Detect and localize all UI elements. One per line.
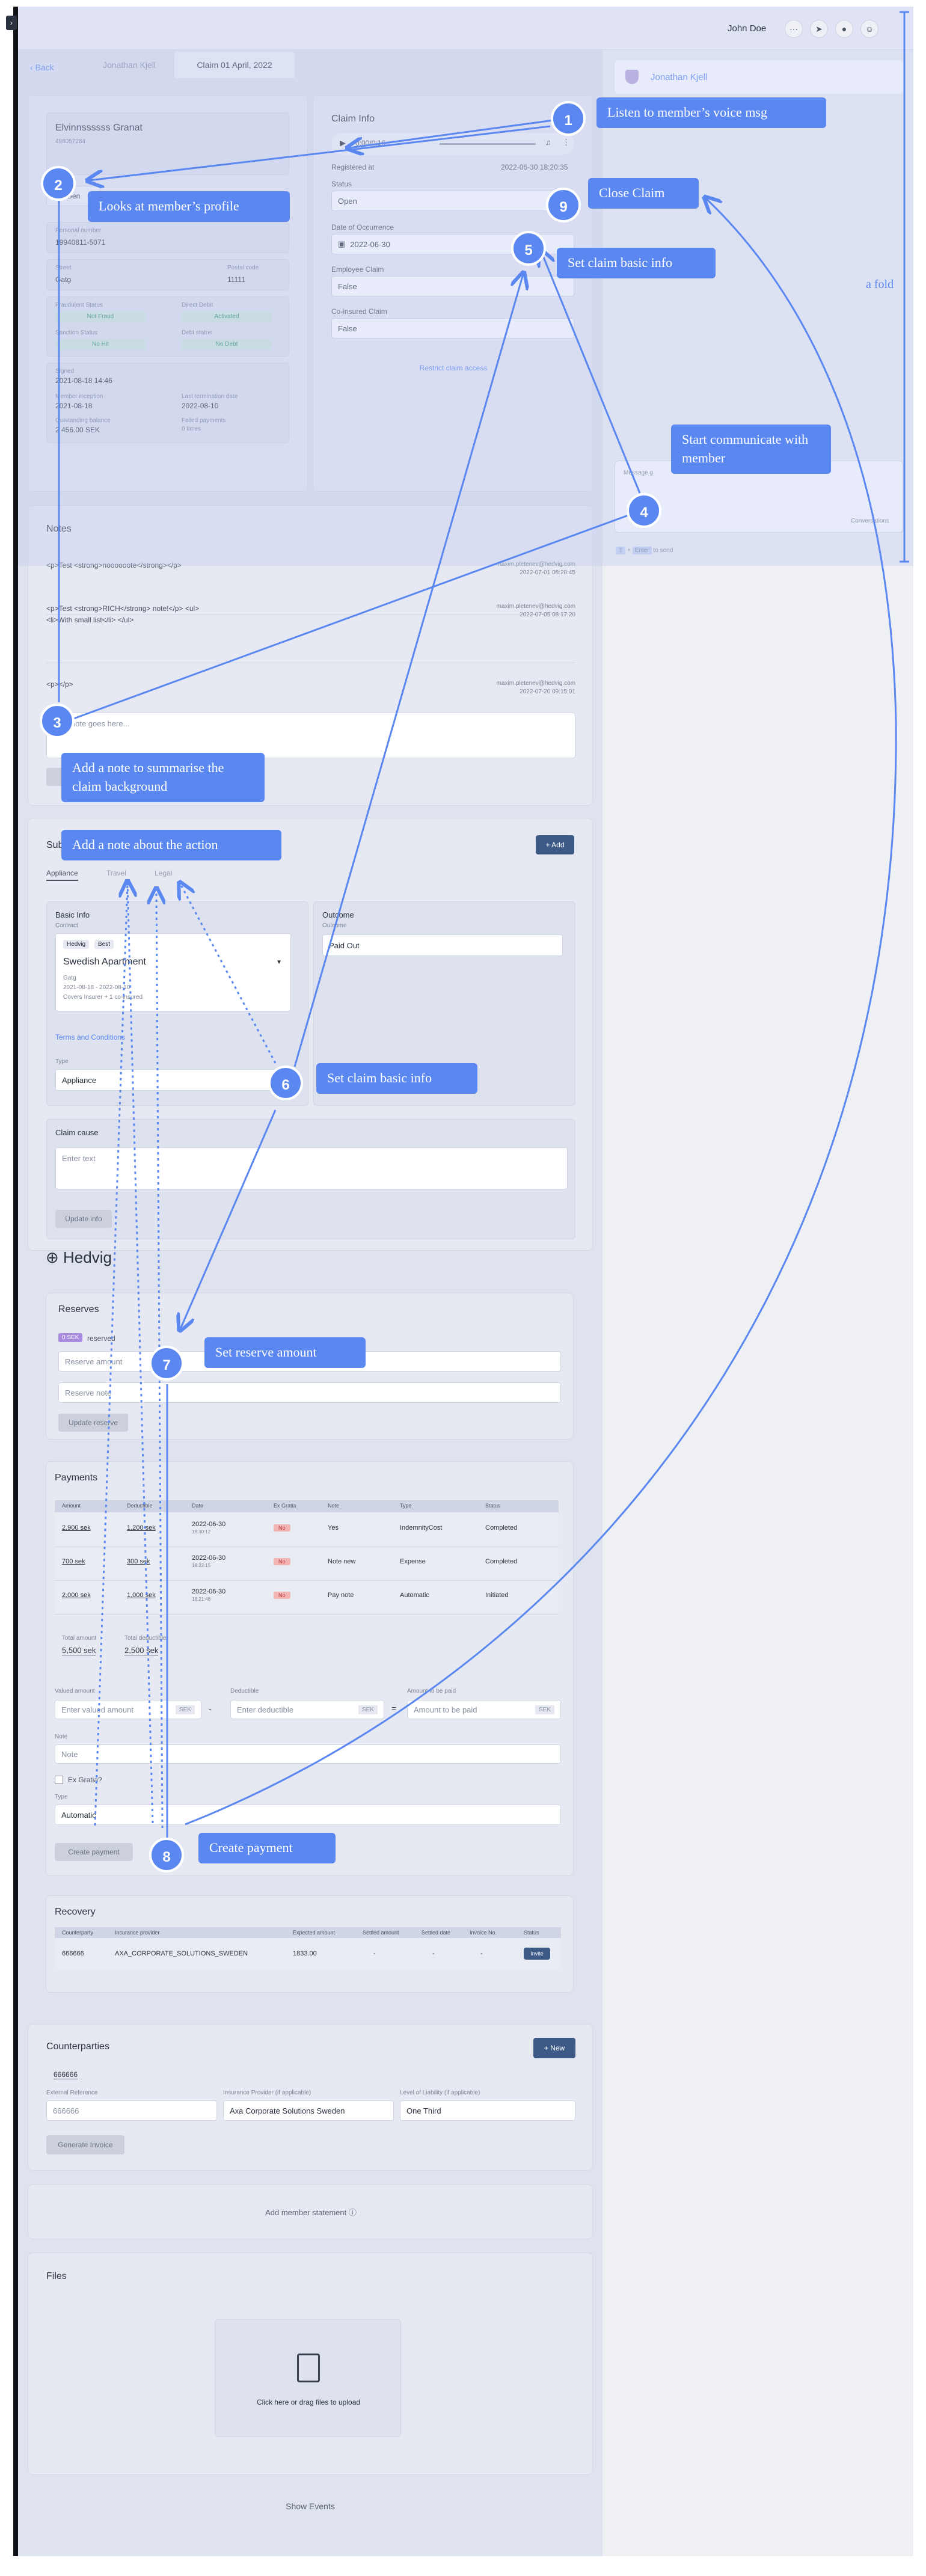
annotation-number-5: 5 bbox=[511, 231, 546, 266]
annotation-number-2: 2 bbox=[41, 166, 76, 201]
arrow-3 bbox=[72, 508, 649, 720]
annotation-number-3: 3 bbox=[40, 704, 75, 738]
dotted-arrow-d bbox=[180, 884, 277, 1064]
annotation-step-4: Start communicate with member bbox=[671, 425, 831, 474]
annotation-number-4: 4 bbox=[627, 493, 661, 528]
annotation-step-2: Looks at member’s profile bbox=[88, 191, 290, 222]
annotation-step-1: Listen to member’s voice msg bbox=[596, 97, 826, 128]
annotation-step-8: Create payment bbox=[198, 1833, 336, 1863]
annotation-number-7: 7 bbox=[149, 1346, 184, 1381]
annotation-number-8: 8 bbox=[149, 1838, 184, 1872]
annotation-number-1: 1 bbox=[551, 101, 586, 136]
annotation-step-3: Add a note to summarise the claim backgr… bbox=[61, 753, 265, 802]
annotation-step-9: Close Claim bbox=[588, 178, 699, 209]
annotation-number-6: 6 bbox=[268, 1066, 303, 1100]
fold-label: a fold bbox=[866, 278, 894, 291]
annotation-step-6: Set claim basic info bbox=[316, 1063, 477, 1094]
arrow-1 bbox=[349, 119, 554, 148]
annotation-arrows bbox=[58, 11, 909, 1838]
annotation-step-7: Set reserve amount bbox=[204, 1337, 366, 1368]
annotation-step-3b: Add a note about the action bbox=[61, 830, 281, 860]
dotted-arrow-c bbox=[94, 883, 129, 1826]
arrow-4 bbox=[541, 251, 641, 494]
arrow-1b bbox=[89, 125, 551, 180]
annotation-number-9: 9 bbox=[546, 188, 581, 222]
arrow-6 bbox=[293, 274, 523, 1067]
arrow-6b bbox=[180, 1109, 277, 1329]
dotted-arrow-a bbox=[127, 883, 154, 1824]
annotation-step-5: Set claim basic info bbox=[557, 248, 716, 278]
